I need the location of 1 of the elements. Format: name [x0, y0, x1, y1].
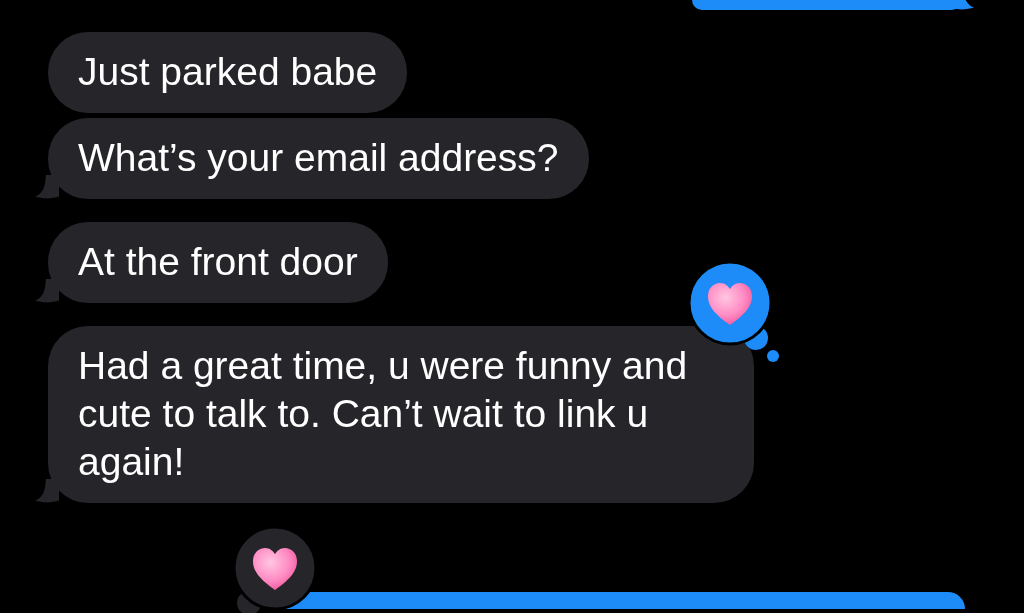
message-bubble: Just parked babe — [48, 32, 408, 113]
